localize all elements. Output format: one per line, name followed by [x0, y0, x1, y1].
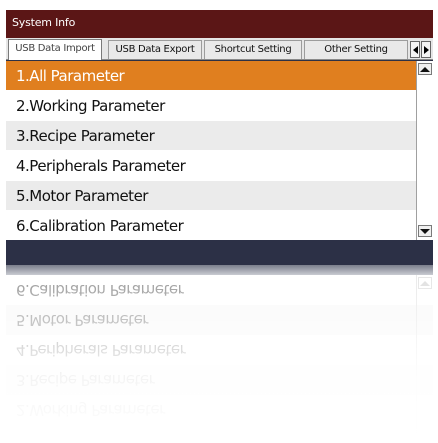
- list-item-all-parameter[interactable]: 1.All Parameter: [6, 61, 416, 91]
- triangle-right-icon: [423, 45, 429, 54]
- triangle-up-icon: [420, 66, 430, 72]
- list-item-calibration-parameter[interactable]: 6.Calibration Parameter: [6, 211, 416, 240]
- list-item-motor-parameter[interactable]: 5.Motor Parameter: [6, 181, 416, 211]
- window-footer-bar: [6, 240, 433, 265]
- reflection-fade: [6, 275, 433, 443]
- list-item-recipe-parameter[interactable]: 3.Recipe Parameter: [6, 121, 416, 151]
- window-reflection: 6.Calibration Parameter 5.Motor Paramete…: [6, 265, 433, 443]
- tab-scroll-right-button[interactable]: [421, 41, 431, 58]
- list-item-peripherals-parameter[interactable]: 4.Peripherals Parameter: [6, 151, 416, 181]
- tab-usb-data-import[interactable]: USB Data Import: [8, 39, 102, 60]
- triangle-left-icon: [412, 45, 418, 54]
- tab-scroll-left-button[interactable]: [410, 41, 420, 58]
- tab-other-setting[interactable]: Other Setting: [304, 40, 408, 59]
- window-title: System Info: [6, 10, 433, 38]
- triangle-down-icon: [420, 228, 430, 234]
- system-info-window: System Info USB Data Import USB Data Exp…: [6, 10, 433, 265]
- reflection-body: 6.Calibration Parameter 5.Motor Paramete…: [6, 275, 433, 443]
- parameter-list: 1.All Parameter 2.Working Parameter 3.Re…: [6, 61, 416, 240]
- list-item-working-parameter[interactable]: 2.Working Parameter: [6, 91, 416, 121]
- scroll-up-button[interactable]: [418, 63, 432, 75]
- reflection-header: [6, 265, 433, 275]
- tab-bar: USB Data Import USB Data Export Shortcut…: [6, 38, 433, 60]
- tab-shortcut-setting[interactable]: Shortcut Setting: [204, 40, 302, 59]
- list-scrollbar[interactable]: [416, 61, 433, 240]
- tab-usb-data-export[interactable]: USB Data Export: [108, 40, 202, 59]
- scroll-down-button[interactable]: [418, 225, 432, 237]
